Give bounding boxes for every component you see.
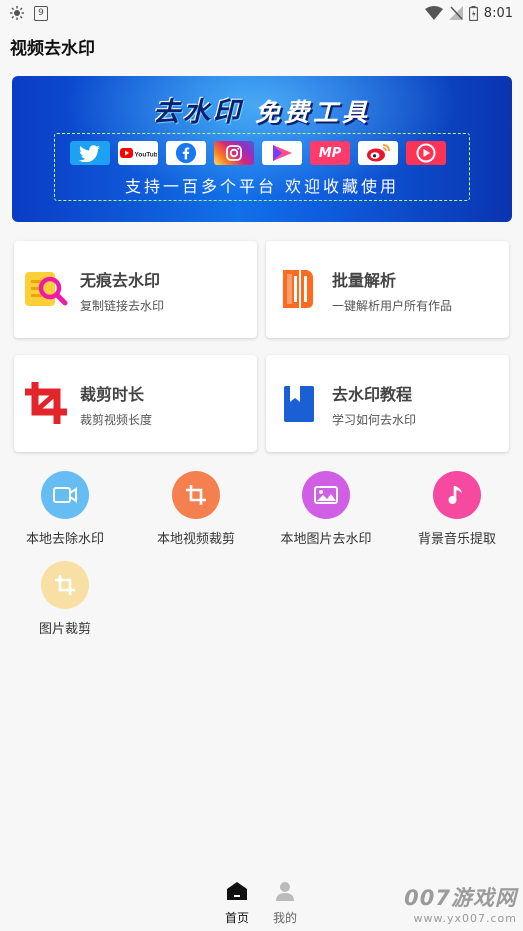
watermark-title: 007游戏网 xyxy=(404,886,517,910)
twitter-logo-icon xyxy=(70,141,110,165)
tool-label: 图片裁剪 xyxy=(38,622,91,637)
mp-logo-icon: MP xyxy=(310,141,350,165)
video-logo-icon xyxy=(406,141,446,165)
card-tutorial[interactable]: 去水印教程 学习如何去水印 xyxy=(266,355,509,452)
instagram-logo-icon xyxy=(214,141,254,165)
clock: 8:01 xyxy=(483,5,513,21)
watermark-url: www.yx007.com xyxy=(413,912,517,925)
tool-label: 本地去除水印 xyxy=(25,532,104,547)
status-bar: 9 8:01 xyxy=(0,0,523,26)
card-trim-duration[interactable]: 裁剪时长 裁剪视频长度 xyxy=(14,355,257,452)
crop-icon xyxy=(25,382,67,424)
tool-image-crop[interactable]: 图片裁剪 xyxy=(10,561,120,637)
nav-home-label: 首页 xyxy=(224,911,249,925)
nav-profile[interactable]: 我的 xyxy=(265,881,305,926)
card-title: 批量解析 xyxy=(332,271,397,290)
facebook-logo-icon xyxy=(166,141,206,165)
music-note-icon xyxy=(433,471,481,519)
card-title: 无痕去水印 xyxy=(80,271,161,290)
card-subtitle: 学习如何去水印 xyxy=(332,413,417,427)
play-logo-icon xyxy=(262,141,302,165)
image-icon xyxy=(302,471,350,519)
tool-local-image-remove-watermark[interactable]: 本地图片去水印 xyxy=(271,471,381,547)
youtube-logo-icon: YouTube xyxy=(118,141,158,165)
battery-icon xyxy=(468,5,478,21)
site-watermark: 007游戏网 www.yx007.com xyxy=(404,882,517,925)
tool-bgm-extract[interactable]: 背景音乐提取 xyxy=(402,471,512,547)
tool-label: 本地图片去水印 xyxy=(280,532,372,547)
page-title: 视频去水印 xyxy=(10,39,95,59)
card-title: 去水印教程 xyxy=(332,385,413,404)
tool-label: 本地视频裁剪 xyxy=(156,532,235,547)
banner-headline-right: 免费工具 xyxy=(254,98,371,127)
promo-banner[interactable]: 去水印免费工具 YouTube MP 支持一百多个平台 欢迎收藏使用 xyxy=(12,76,512,222)
card-batch-parse[interactable]: 批量解析 一键解析用户所有作品 xyxy=(266,241,509,338)
brightness-icon xyxy=(10,6,24,20)
tool-local-remove-watermark[interactable]: 本地去除水印 xyxy=(10,471,120,547)
card-subtitle: 复制链接去水印 xyxy=(80,299,165,313)
card-subtitle: 裁剪视频长度 xyxy=(80,413,153,427)
platform-logo-row: YouTube MP xyxy=(70,141,446,165)
home-icon xyxy=(227,882,247,900)
card-title: 裁剪时长 xyxy=(80,385,145,404)
person-icon xyxy=(276,882,294,901)
wifi-icon xyxy=(424,6,443,20)
magnifier-icon xyxy=(25,272,68,306)
notification-badge: 9 xyxy=(34,5,48,21)
tool-label: 背景音乐提取 xyxy=(417,532,496,547)
banner-headline: 去水印 免费工具 xyxy=(12,90,512,129)
svg-text:YouTube: YouTube xyxy=(135,152,158,159)
banner-headline-left: 去水印 xyxy=(152,97,243,128)
video-camera-icon xyxy=(41,471,89,519)
card-watermark-free[interactable]: 无痕去水印 复制链接去水印 xyxy=(14,241,257,338)
mp-logo-text: MP xyxy=(318,145,342,161)
card-subtitle: 一键解析用户所有作品 xyxy=(332,299,453,313)
nav-profile-label: 我的 xyxy=(272,911,297,925)
weibo-logo-icon xyxy=(358,141,398,165)
crop-icon xyxy=(41,561,89,609)
no-signal-icon xyxy=(448,6,463,20)
bookmark-book-icon xyxy=(284,386,314,422)
tool-local-video-crop[interactable]: 本地视频裁剪 xyxy=(141,471,251,547)
batch-parse-icon xyxy=(283,270,313,308)
nav-home[interactable]: 首页 xyxy=(217,881,257,926)
banner-tagline: 支持一百多个平台 欢迎收藏使用 xyxy=(124,177,400,196)
crop-icon xyxy=(172,471,220,519)
